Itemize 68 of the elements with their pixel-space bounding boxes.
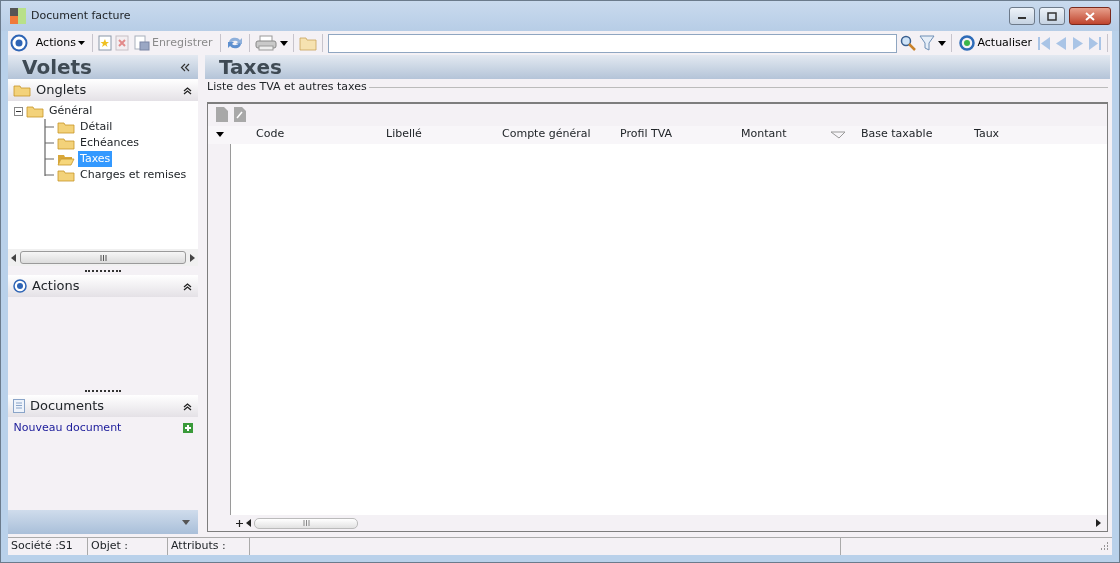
collapse-node-icon[interactable]: [14, 106, 23, 116]
document-icon: [13, 399, 25, 413]
splitter-grip[interactable]: [85, 389, 121, 392]
sync-icon[interactable]: [225, 35, 244, 51]
caret-icon: [77, 41, 85, 45]
group-title: Liste des TVA et autres taxes: [207, 79, 367, 95]
column-header[interactable]: Code: [256, 126, 285, 143]
folder-icon: [13, 83, 31, 97]
scroll-right-icon[interactable]: [189, 253, 195, 262]
splitter-grip[interactable]: [85, 269, 121, 272]
collapse-icon[interactable]: [183, 281, 192, 291]
tree-item[interactable]: Charges et remises: [78, 166, 189, 184]
search-icon[interactable]: [900, 35, 917, 51]
status-text: Société :S1: [8, 538, 88, 555]
target-icon[interactable]: [10, 34, 28, 52]
maximize-icon: [1047, 11, 1057, 21]
tree-item[interactable]: Détail: [78, 118, 115, 136]
page-title: Taxes: [219, 54, 282, 81]
add-icon[interactable]: [236, 519, 243, 527]
section-title: Onglets: [36, 81, 88, 100]
panel-title: Volets: [22, 54, 92, 81]
tree-connector-icon: [44, 135, 54, 151]
tree-connector-icon: [44, 119, 54, 135]
scroll-left-icon[interactable]: [246, 519, 251, 527]
column-header[interactable]: Taux: [974, 126, 1000, 143]
refresh-button[interactable]: Actualiser: [957, 34, 1034, 52]
open-folder-icon: [57, 152, 75, 166]
column-header[interactable]: Compte général: [502, 126, 591, 143]
caret-icon[interactable]: [938, 40, 947, 46]
resize-grip-icon[interactable]: [1100, 542, 1109, 551]
grip-icon: [302, 520, 310, 526]
collapse-icon[interactable]: [183, 85, 192, 95]
folder-icon: [57, 120, 75, 134]
scrollbar-thumb[interactable]: [254, 517, 358, 529]
minimize-button[interactable]: [1009, 7, 1035, 25]
tree-item[interactable]: Echéances: [78, 134, 141, 152]
status-text: Attributs :: [168, 538, 250, 555]
refresh-icon: [959, 35, 976, 51]
scroll-right-icon[interactable]: [1096, 519, 1101, 527]
column-header[interactable]: Base taxable: [861, 126, 933, 143]
actions-menu[interactable]: Actions: [33, 34, 87, 52]
new-document-link[interactable]: Nouveau document: [13, 419, 122, 437]
scroll-left-icon[interactable]: [11, 253, 17, 262]
target-icon: [13, 279, 27, 293]
close-button[interactable]: [1069, 7, 1111, 25]
close-icon: [1085, 11, 1095, 21]
status-text: Objet :: [88, 538, 168, 555]
column-header[interactable]: Montant: [741, 126, 787, 143]
maximize-button[interactable]: [1039, 7, 1065, 25]
caret-icon[interactable]: [279, 40, 288, 46]
column-header[interactable]: Profil TVA: [620, 126, 672, 143]
save-icon: [133, 35, 150, 51]
column-header[interactable]: Libellé: [386, 126, 422, 143]
grip-icon: [99, 254, 107, 261]
collapse-panel-icon[interactable]: [180, 62, 190, 72]
sort-icon[interactable]: [831, 130, 845, 139]
folder-icon: [57, 136, 75, 150]
app-logo-icon: [9, 7, 27, 25]
section-title: Documents: [30, 397, 106, 416]
column-menu-icon[interactable]: [215, 132, 224, 137]
folder-icon: [26, 104, 44, 118]
collapse-icon[interactable]: [183, 401, 192, 411]
tree-item[interactable]: Général: [47, 102, 95, 120]
window-title: Document facture: [31, 7, 132, 24]
folder-icon: [57, 168, 75, 182]
section-title: Actions: [32, 277, 81, 296]
search-field[interactable]: [327, 33, 898, 53]
scrollbar-thumb[interactable]: [20, 251, 186, 264]
